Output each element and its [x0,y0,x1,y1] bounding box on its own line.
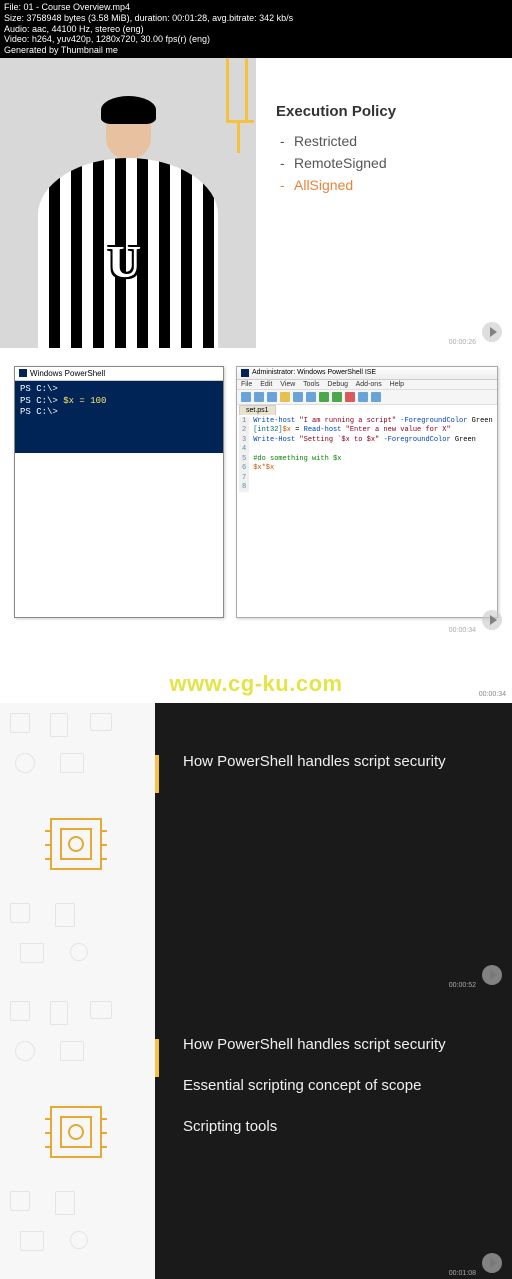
policy-item: RemoteSigned [294,152,492,174]
referee-letter: U [108,235,141,288]
run-selection-icon [332,392,342,402]
code-body: Write-host "I am running a script" -Fore… [249,417,492,493]
menu-item: View [280,381,295,388]
goalpost-icon [226,58,248,123]
toolbar-icon [371,392,381,402]
ise-editor: 1 2 3 4 5 6 7 8 Write-host "I am running… [237,415,497,495]
ps-var: $x = 100 [63,396,106,406]
play-icon [482,965,502,985]
run-icon [319,392,329,402]
ise-icon [241,369,249,377]
timestamp: 00:00:34 [449,627,476,634]
ise-tab: set.ps1 [239,405,276,415]
menu-item: File [241,381,252,388]
ise-titlebar: Administrator: Windows PowerShell ISE [237,367,497,380]
toolbar-icon [358,392,368,402]
toolbar-icon [241,392,251,402]
execution-policy-title: Execution Policy [276,103,492,120]
play-icon [482,1253,502,1273]
slide-4: How PowerShell handles script security E… [0,991,512,1279]
policy-item-highlight: AllSigned [294,174,492,196]
chip-icon [50,1106,102,1158]
ise-window: Administrator: Windows PowerShell ISE Fi… [236,366,498,618]
timestamp: 00:00:52 [449,982,476,989]
ps-line: PS C:\> [20,407,58,417]
meta-generated: Generated by Thumbnail me [4,45,508,56]
topic-text: How PowerShell handles script security [183,753,484,770]
ise-toolbar [237,390,497,405]
topic-text: Scripting tools [183,1118,484,1135]
powershell-window: Windows PowerShell PS C:\> PS C:\> $x = … [14,366,224,618]
menu-item: Edit [260,381,272,388]
timestamp: 00:00:26 [449,339,476,346]
chip-icon [50,818,102,870]
meta-file: File: 01 - Course Overview.mp4 [4,2,508,13]
slide-1: U Execution Policy Restricted RemoteSign… [0,58,512,348]
meta-audio: Audio: aac, 44100 Hz, stereo (eng) [4,24,508,35]
menu-item: Tools [303,381,319,388]
right-panel: How PowerShell handles script security [155,703,512,991]
meta-size: Size: 3758948 bytes (3.58 MiB), duration… [4,13,508,24]
toolbar-icon [306,392,316,402]
play-icon [482,322,502,342]
right-panel: How PowerShell handles script security E… [155,991,512,1279]
meta-video: Video: h264, yuv420p, 1280x720, 30.00 fp… [4,34,508,45]
slide-2: Windows PowerShell PS C:\> PS C:\> $x = … [0,348,512,636]
powershell-console: PS C:\> PS C:\> $x = 100 PS C:\> [15,381,223,453]
play-icon [482,610,502,630]
ise-title: Administrator: Windows PowerShell ISE [252,369,376,376]
left-panel [0,991,155,1279]
topic-text: Essential scripting concept of scope [183,1077,484,1094]
line-numbers: 1 2 3 4 5 6 7 8 [239,417,249,493]
ise-menubar: File Edit View Tools Debug Add-ons Help [237,380,497,390]
powershell-title: Windows PowerShell [30,369,105,378]
policy-item: Restricted [294,130,492,152]
video-metadata: File: 01 - Course Overview.mp4 Size: 375… [0,0,512,58]
ps-line: PS C:\> [20,396,63,406]
toolbar-icon [254,392,264,402]
slide-3: 00:00:34 How PowerShell handles script s… [0,703,512,991]
referee-image: U [0,58,256,348]
timestamp: 00:01:08 [449,1270,476,1277]
toolbar-icon [280,392,290,402]
accent-bar [155,1039,159,1077]
execution-policy-list: Restricted RemoteSigned AllSigned [276,130,492,196]
referee-cap [101,96,156,124]
topic-text: How PowerShell handles script security [183,1036,484,1053]
powershell-icon [19,369,27,377]
menu-item: Debug [327,381,348,388]
menu-item: Help [390,381,404,388]
toolbar-icon [293,392,303,402]
left-panel [0,703,155,991]
menu-item: Add-ons [356,381,382,388]
powershell-titlebar: Windows PowerShell [15,367,223,381]
accent-bar [155,755,159,793]
timestamp-top: 00:00:34 [479,691,506,698]
ps-line: PS C:\> [20,384,58,394]
watermark: www.cg-ku.com [0,636,512,703]
slide-1-content: Execution Policy Restricted RemoteSigned… [256,58,512,348]
stop-icon [345,392,355,402]
toolbar-icon [267,392,277,402]
